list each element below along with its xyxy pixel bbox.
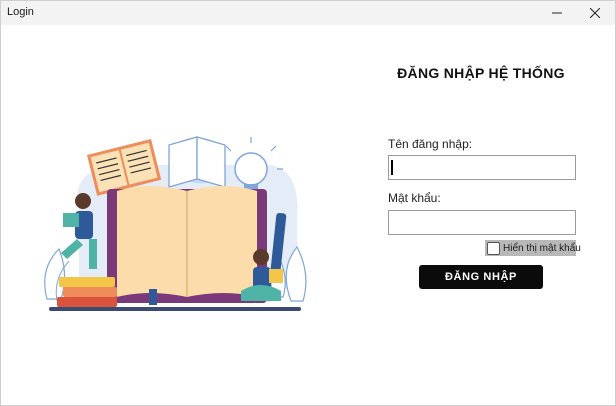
username-label: Tên đăng nhập: [388, 137, 473, 151]
minimize-button[interactable] [537, 1, 577, 25]
login-heading: ĐĂNG NHẬP HỆ THỐNG [397, 65, 565, 81]
window-title: Login [7, 6, 34, 18]
close-button[interactable] [575, 1, 615, 25]
minimize-icon [552, 12, 562, 14]
password-input[interactable] [388, 210, 576, 235]
login-button[interactable]: ĐĂNG NHẬP [419, 265, 543, 289]
title-bar[interactable]: Login [1, 1, 615, 25]
show-password-checkbox[interactable]: Hiển thị mật khẩu [485, 240, 581, 256]
show-password-label: Hiển thị mật khẩu [503, 242, 581, 254]
username-input[interactable] [388, 155, 576, 180]
checkbox-icon[interactable] [487, 241, 500, 255]
text-caret [391, 160, 393, 175]
password-label: Mật khẩu: [388, 191, 441, 205]
login-window: Login ĐĂNG NHẬP HỆ THỐNG Tên đăng nhập: … [0, 0, 616, 406]
books-illustration [44, 136, 307, 311]
close-icon [590, 8, 600, 18]
